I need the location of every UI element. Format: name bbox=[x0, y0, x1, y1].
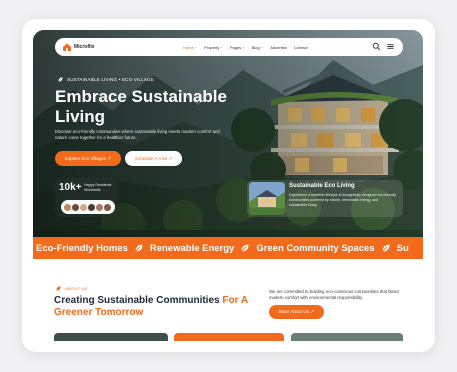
leaf-icon bbox=[381, 244, 390, 252]
residents-count: 10k+ bbox=[59, 182, 82, 193]
property-card-preview[interactable] bbox=[291, 333, 403, 341]
navbar: Microflix Home ⌄ Property ⌄ Pages ⌄ Blog… bbox=[55, 38, 403, 56]
hero-description: Discover eco-friendly communities where … bbox=[55, 129, 220, 140]
nav-item-label: Pages bbox=[229, 44, 242, 50]
nav-item-contact[interactable]: Contact bbox=[294, 45, 308, 50]
about-heading-main: Creating Sustainable Communities bbox=[54, 295, 223, 306]
nav-item-advertise[interactable]: Advertise bbox=[270, 45, 287, 50]
ticker-item-label: Renewable Energy bbox=[149, 242, 235, 254]
residents-stats-card: 10k+ Happy Residents Worldwide bbox=[55, 178, 118, 217]
about-description: We are committed to building eco-conscio… bbox=[269, 289, 399, 300]
resident-avatars bbox=[61, 200, 115, 214]
ticker-item-label: Su bbox=[396, 242, 409, 254]
nav-item-label: Blog bbox=[251, 44, 260, 50]
nav-item-property[interactable]: Property ⌄ bbox=[204, 45, 223, 50]
hamburger-menu-icon[interactable] bbox=[386, 42, 395, 51]
nav-item-home[interactable]: Home ⌄ bbox=[183, 45, 197, 50]
ticker-item-label: Green Community Spaces bbox=[256, 242, 375, 254]
avatar bbox=[103, 202, 112, 212]
house-logo-icon bbox=[63, 43, 71, 51]
about-tag-text: ABOUT US bbox=[65, 286, 88, 291]
leaf-icon bbox=[135, 244, 143, 252]
hero-section: Microflix Home ⌄ Property ⌄ Pages ⌄ Blog… bbox=[33, 30, 423, 250]
nav-item-label: Home bbox=[183, 44, 194, 50]
eco-house-thumbnail bbox=[249, 182, 285, 215]
chevron-down-icon: ⌄ bbox=[260, 45, 264, 49]
schedule-visit-button[interactable]: Schedule A Visit ↗ bbox=[125, 151, 182, 166]
nav-item-label: Property bbox=[204, 44, 220, 50]
nav-item-blog[interactable]: Blog ⌄ bbox=[252, 45, 264, 50]
more-about-us-button[interactable]: More About Us ↗ bbox=[269, 305, 324, 319]
leaf-icon bbox=[58, 77, 63, 82]
hero-kicker: SUSTAINABLE LIVING • ECO VILLAGE bbox=[57, 76, 154, 83]
ticker-banner: Eco-Friendly Homes Renewable Energy Gree… bbox=[33, 237, 423, 259]
chevron-down-icon: ⌄ bbox=[194, 45, 198, 49]
nav-item-label: Advertise bbox=[270, 44, 287, 50]
brand-name: Microflix bbox=[74, 44, 95, 50]
feature-description: Experience a healthier lifestyle in thou… bbox=[289, 193, 397, 207]
browser-frame: Microflix Home ⌄ Property ⌄ Pages ⌄ Blog… bbox=[22, 19, 435, 352]
nav-tools bbox=[367, 42, 395, 51]
ticker-item: Green Community Spaces bbox=[234, 242, 375, 254]
ticker-item: Su bbox=[375, 243, 409, 254]
residents-label: Happy Residents Worldwide bbox=[84, 183, 112, 192]
ticker-item: Eco-Friendly Homes bbox=[33, 243, 128, 254]
feature-title: Sustainable Eco Living bbox=[289, 183, 355, 189]
search-icon[interactable] bbox=[372, 42, 381, 51]
leaf-icon bbox=[56, 286, 61, 291]
chevron-down-icon: ⌄ bbox=[220, 45, 223, 49]
leaf-icon bbox=[241, 244, 249, 252]
property-card-preview[interactable] bbox=[174, 333, 284, 341]
about-tag: ABOUT US bbox=[55, 285, 88, 292]
nav-item-label: Contact bbox=[293, 44, 308, 50]
explore-eco-villages-button[interactable]: Explore Eco Villages ↗ bbox=[55, 151, 121, 166]
nav-menu: Home ⌄ Property ⌄ Pages ⌄ Blog ⌄ Adverti… bbox=[183, 38, 315, 56]
brand-logo[interactable]: Microflix bbox=[62, 42, 95, 52]
chevron-down-icon: ⌄ bbox=[242, 45, 245, 49]
hero-title: Embrace Sustainable Living bbox=[55, 87, 227, 126]
ticker-item: Renewable Energy bbox=[128, 243, 234, 254]
nav-item-pages[interactable]: Pages ⌄ bbox=[230, 45, 245, 50]
ticker-item-label: Eco-Friendly Homes bbox=[36, 242, 128, 254]
eco-living-feature-card[interactable]: Sustainable Eco Living Experience a heal… bbox=[247, 180, 403, 217]
property-card-preview[interactable] bbox=[54, 333, 168, 341]
hero-kicker-text: SUSTAINABLE LIVING • ECO VILLAGE bbox=[67, 77, 154, 82]
about-heading: Creating Sustainable Communities For A G… bbox=[54, 295, 254, 319]
